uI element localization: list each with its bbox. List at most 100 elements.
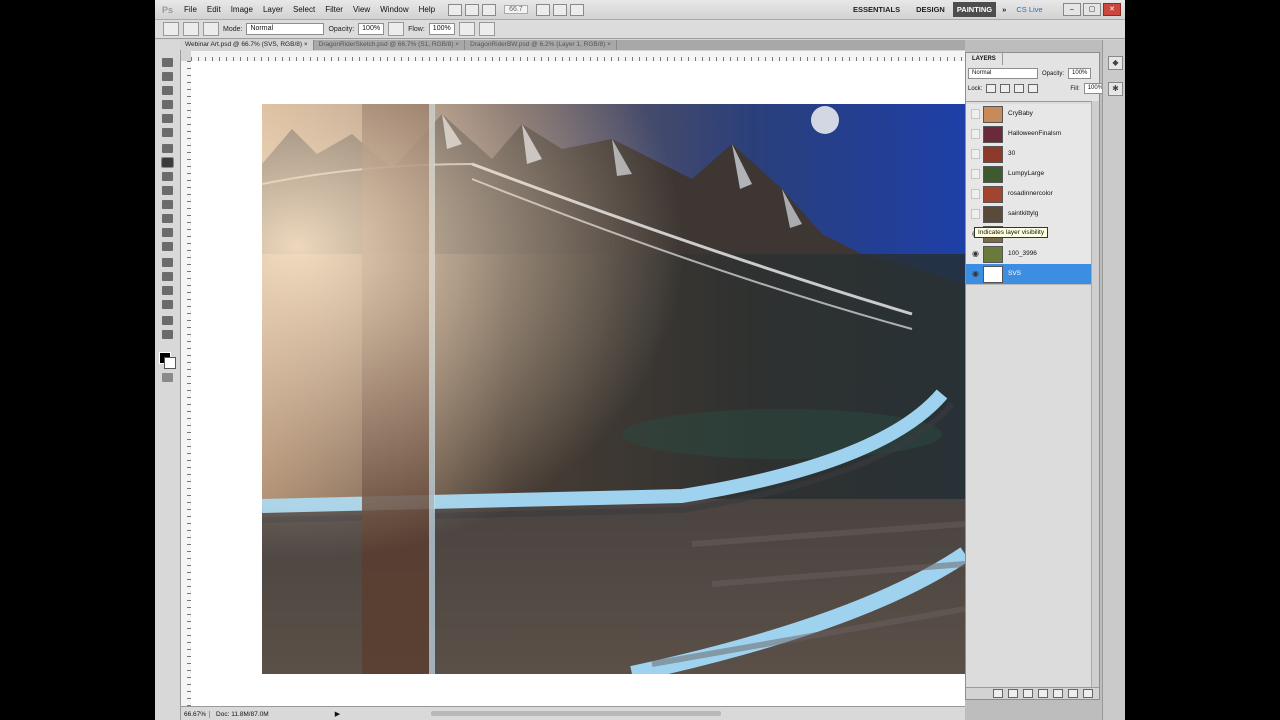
- more-workspaces-button[interactable]: »: [996, 5, 1012, 14]
- pressure-opacity-icon[interactable]: [388, 22, 405, 36]
- blur-tool-icon[interactable]: [162, 228, 173, 237]
- status-zoom[interactable]: 66.67%: [181, 710, 211, 718]
- layers-scrollbar[interactable]: [1091, 101, 1099, 697]
- tab-dragon-rider-sketch[interactable]: DragonRiderSketch.psd @ 66.7% (S1, RGB/8…: [314, 40, 466, 50]
- layer-row[interactable]: 30: [966, 144, 1092, 165]
- gradient-tool-icon[interactable]: [162, 214, 173, 223]
- menu-select[interactable]: Select: [288, 5, 320, 14]
- menu-file[interactable]: File: [179, 5, 202, 14]
- horizontal-scrollbar[interactable]: [431, 711, 721, 716]
- background-color-swatch[interactable]: [164, 357, 176, 369]
- link-layers-icon[interactable]: [993, 689, 1003, 698]
- layer-row[interactable]: ◉ 100_3996: [966, 244, 1092, 265]
- adjustment-icon[interactable]: [1038, 689, 1048, 698]
- toggle-brush-panel-icon[interactable]: [203, 22, 219, 36]
- lock-image-icon[interactable]: [1000, 84, 1011, 93]
- extras-icon[interactable]: [482, 3, 497, 16]
- eye-icon[interactable]: [971, 189, 980, 199]
- marquee-tool-icon[interactable]: [162, 72, 173, 81]
- lasso-tool-icon[interactable]: [162, 86, 173, 95]
- quick-mask-icon[interactable]: [162, 373, 173, 382]
- layer-row[interactable]: HalloweenFinalsm: [966, 124, 1092, 145]
- layer-row-selected[interactable]: ◉ SVS: [966, 264, 1092, 285]
- eye-icon[interactable]: [971, 209, 980, 219]
- document-canvas[interactable]: [191, 61, 965, 706]
- clone-stamp-tool-icon[interactable]: [162, 172, 173, 181]
- eyedropper-tool-icon[interactable]: [162, 128, 173, 137]
- layer-row[interactable]: CryBaby: [966, 104, 1092, 125]
- tab-webinar-art[interactable]: Webinar Art.psd @ 66.7% (SVS, RGB/8) ×: [180, 40, 314, 50]
- history-brush-tool-icon[interactable]: [162, 186, 173, 195]
- lock-transparent-icon[interactable]: [986, 84, 997, 93]
- shape-tool-icon[interactable]: [162, 300, 173, 309]
- workspace-design[interactable]: DESIGN: [908, 5, 953, 14]
- lock-position-icon[interactable]: [1014, 84, 1025, 93]
- eye-icon[interactable]: [971, 169, 980, 179]
- move-tool-icon[interactable]: [162, 58, 173, 67]
- menu-filter[interactable]: Filter: [320, 5, 348, 14]
- eye-icon[interactable]: [971, 149, 980, 159]
- menu-help[interactable]: Help: [414, 5, 440, 14]
- brush-panel-icon[interactable]: ✱: [1108, 82, 1123, 96]
- eye-icon[interactable]: [971, 109, 980, 119]
- brush-tool-icon[interactable]: [161, 157, 174, 168]
- hand-icon[interactable]: [535, 3, 550, 16]
- layers-panel-tab[interactable]: LAYERS: [966, 53, 1003, 65]
- trash-icon[interactable]: [1083, 689, 1093, 698]
- crop-tool-icon[interactable]: [162, 114, 173, 123]
- menu-layer[interactable]: Layer: [258, 5, 288, 14]
- screen-mode-icon[interactable]: [569, 3, 584, 16]
- arrange-documents-icon[interactable]: [552, 3, 567, 16]
- menu-view[interactable]: View: [348, 5, 375, 14]
- layer-row[interactable]: rosadinnercolor: [966, 184, 1092, 205]
- mask-icon[interactable]: [1023, 689, 1033, 698]
- airbrush-icon[interactable]: [458, 22, 475, 36]
- cs-live-button[interactable]: CS Live: [1012, 5, 1046, 14]
- color-panel-icon[interactable]: ◆: [1108, 56, 1123, 70]
- type-tool-icon[interactable]: [162, 272, 173, 281]
- menu-window[interactable]: Window: [375, 5, 413, 14]
- pressure-size-icon[interactable]: [478, 22, 495, 36]
- healing-brush-tool-icon[interactable]: [162, 144, 173, 153]
- new-layer-icon[interactable]: [1068, 689, 1078, 698]
- maximize-icon[interactable]: ▢: [1083, 3, 1101, 16]
- pen-tool-icon[interactable]: [162, 258, 173, 267]
- eye-icon[interactable]: ◉: [971, 269, 980, 278]
- workspace-essentials[interactable]: ESSENTIALS: [845, 5, 908, 14]
- arrange-icons: [535, 3, 584, 16]
- hand-tool-icon[interactable]: [162, 316, 173, 325]
- fill-label: Fill:: [1070, 85, 1080, 92]
- layer-opacity-input[interactable]: 100%: [1068, 68, 1092, 79]
- tab-dragon-rider-bw[interactable]: DragonRiderBW.psd @ 6.2% (Layer 1, RGB/8…: [465, 40, 617, 50]
- dodge-tool-icon[interactable]: [162, 242, 173, 251]
- status-menu-arrow[interactable]: ▶: [335, 710, 340, 718]
- eraser-tool-icon[interactable]: [162, 200, 173, 209]
- opacity-input[interactable]: 100%: [358, 23, 385, 35]
- layer-visibility-tooltip: Indicates layer visibility: [974, 227, 1049, 238]
- mode-label: Mode:: [223, 25, 243, 33]
- mode-select[interactable]: Normal: [246, 23, 325, 35]
- zoom-tool-icon[interactable]: [162, 330, 173, 339]
- menu-image[interactable]: Image: [226, 5, 258, 14]
- layer-blend-mode-select[interactable]: Normal: [968, 68, 1038, 79]
- layer-row[interactable]: saintkittylg: [966, 204, 1092, 225]
- launch-bridge-icon[interactable]: [448, 3, 463, 16]
- zoom-level-field[interactable]: 66.7: [504, 5, 528, 14]
- eye-icon[interactable]: ◉: [971, 249, 980, 258]
- quick-selection-tool-icon[interactable]: [162, 100, 173, 109]
- lock-label: Lock:: [968, 85, 983, 92]
- brush-size-picker-icon[interactable]: [183, 22, 199, 36]
- flow-input[interactable]: 100%: [428, 23, 455, 35]
- path-selection-tool-icon[interactable]: [162, 286, 173, 295]
- layer-row[interactable]: LumpyLarge: [966, 164, 1092, 185]
- brush-preset-icon[interactable]: [163, 22, 179, 36]
- lock-all-icon[interactable]: [1028, 84, 1039, 93]
- menu-edit[interactable]: Edit: [202, 5, 226, 14]
- eye-icon[interactable]: [971, 129, 980, 139]
- fx-icon[interactable]: [1008, 689, 1018, 698]
- minimize-icon[interactable]: –: [1063, 3, 1081, 16]
- mini-bridge-icon[interactable]: [465, 3, 480, 16]
- folder-icon[interactable]: [1053, 689, 1063, 698]
- workspace-painting[interactable]: PAINTING: [952, 2, 997, 17]
- close-icon[interactable]: ✕: [1103, 3, 1121, 16]
